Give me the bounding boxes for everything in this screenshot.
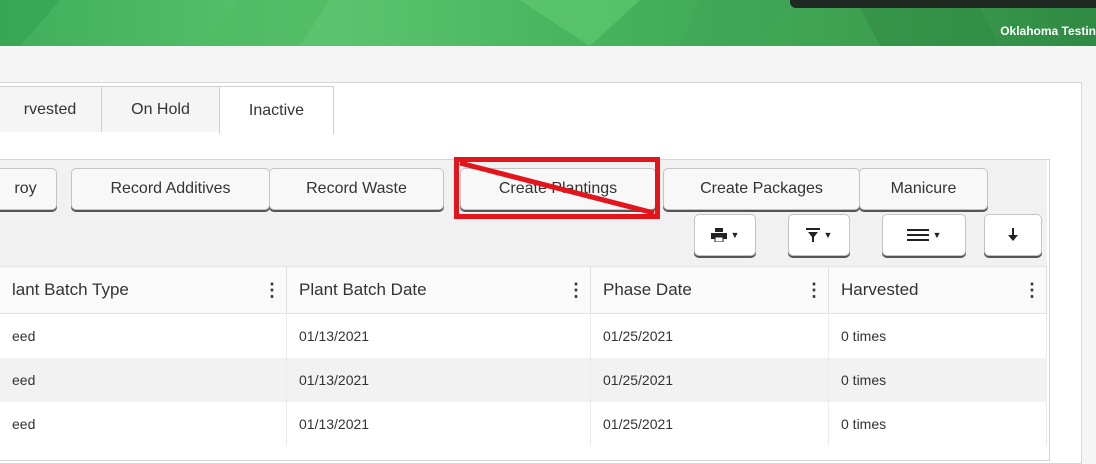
printer-icon xyxy=(710,228,727,242)
tab-label: On Hold xyxy=(131,100,190,118)
column-menu-icon[interactable]: ⋮ xyxy=(1018,280,1046,301)
cell-plant-batch-date: 01/13/2021 xyxy=(287,358,591,402)
tab-label: Inactive xyxy=(248,101,305,119)
header-pattern xyxy=(0,0,1000,46)
cell-phase-date: 01/25/2021 xyxy=(591,402,829,446)
column-label: Harvested xyxy=(841,280,919,299)
organization-name[interactable]: Oklahoma Testin xyxy=(1000,24,1096,38)
filter-icon xyxy=(805,228,820,242)
manicure-label: Manicure xyxy=(890,180,957,197)
create-plantings-button[interactable]: Create Plantings xyxy=(460,168,656,210)
column-menu-icon[interactable]: ⋮ xyxy=(258,280,286,301)
destroy-button[interactable]: roy xyxy=(0,168,57,210)
create-packages-button[interactable]: Create Packages xyxy=(663,168,860,210)
manicure-button[interactable]: Manicure xyxy=(859,168,988,210)
cell-phase-date: 01/25/2021 xyxy=(591,314,829,358)
cell-plant-batch-type: eed xyxy=(0,402,287,446)
column-header-harvested[interactable]: Harvested ⋮ xyxy=(829,266,1047,314)
column-label: lant Batch Type xyxy=(12,280,129,299)
cell-harvested: 0 times xyxy=(829,314,1047,358)
cell-plant-batch-date: 01/13/2021 xyxy=(287,402,591,446)
record-additives-label: Record Additives xyxy=(110,180,231,197)
create-packages-label: Create Packages xyxy=(700,180,823,197)
column-header-plant-batch-type[interactable]: lant Batch Type ⋮ xyxy=(0,266,287,314)
columns-menu-icon xyxy=(906,229,929,241)
column-menu-icon[interactable]: ⋮ xyxy=(562,280,590,301)
column-label: Phase Date xyxy=(603,280,692,299)
filter-button[interactable]: ▼ xyxy=(788,214,850,256)
column-header-plant-batch-date[interactable]: Plant Batch Date ⋮ xyxy=(287,266,591,314)
download-button[interactable] xyxy=(984,214,1042,256)
tab-label: rvested xyxy=(23,100,77,118)
print-button[interactable]: ▼ xyxy=(694,214,756,256)
column-menu-icon[interactable]: ⋮ xyxy=(800,280,828,301)
cell-phase-date: 01/25/2021 xyxy=(591,358,829,402)
download-icon xyxy=(1008,228,1018,241)
chevron-down-icon: ▼ xyxy=(730,230,740,240)
tab-inactive[interactable]: Inactive xyxy=(219,86,334,134)
record-additives-button[interactable]: Record Additives xyxy=(71,168,270,210)
tab-on-hold[interactable]: On Hold xyxy=(101,86,220,132)
record-waste-label: Record Waste xyxy=(306,180,407,197)
tab-harvested[interactable]: rvested xyxy=(0,86,102,132)
column-header-phase-date[interactable]: Phase Date ⋮ xyxy=(591,266,829,314)
cell-harvested: 0 times xyxy=(829,358,1047,402)
column-label: Plant Batch Date xyxy=(299,280,427,299)
create-plantings-label: Create Plantings xyxy=(498,180,618,197)
cell-plant-batch-type: eed xyxy=(0,314,287,358)
top-header-bar: Oklahoma Testin xyxy=(0,0,1096,46)
chevron-down-icon: ▼ xyxy=(932,230,942,240)
record-waste-button[interactable]: Record Waste xyxy=(269,168,444,210)
cell-plant-batch-type: eed xyxy=(0,358,287,402)
cell-harvested: 0 times xyxy=(829,402,1047,446)
columns-menu-button[interactable]: ▼ xyxy=(882,214,966,256)
chevron-down-icon: ▼ xyxy=(823,230,833,240)
destroy-button-label: roy xyxy=(14,180,37,197)
cell-plant-batch-date: 01/13/2021 xyxy=(287,314,591,358)
